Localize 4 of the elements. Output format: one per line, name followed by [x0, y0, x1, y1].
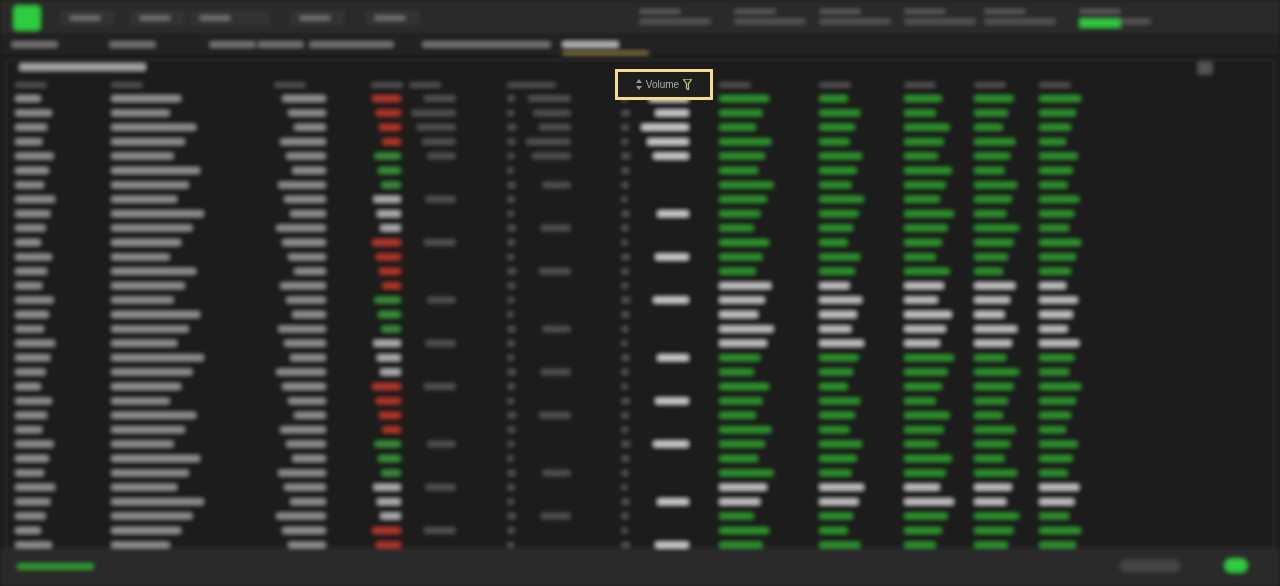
column-header[interactable]: Volume [615, 69, 713, 100]
sort-icon[interactable] [635, 79, 642, 90]
filter-icon[interactable] [683, 79, 693, 90]
column-label: Volume [645, 78, 680, 92]
